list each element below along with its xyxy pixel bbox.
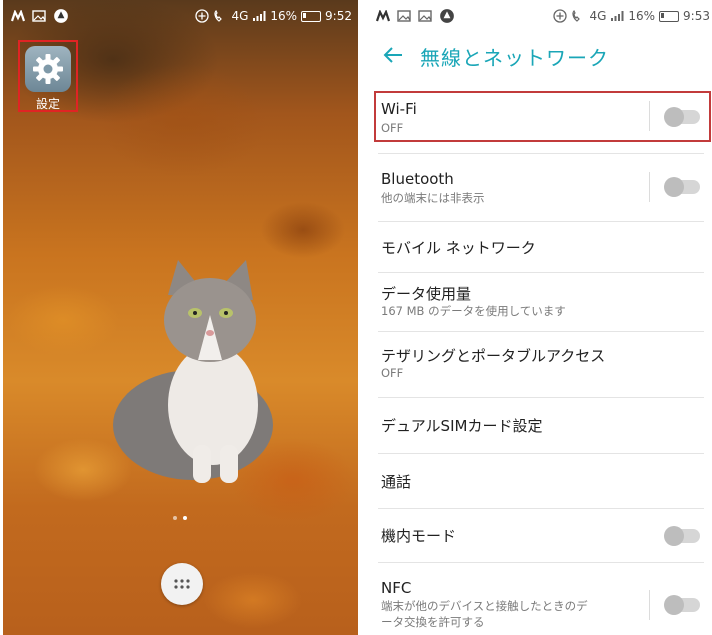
gallery-icon [397,10,411,22]
app-bar: 無線とネットワーク [370,36,712,76]
wifi-toggle[interactable] [664,107,700,127]
clock: 9:52 [325,9,352,23]
bluetooth-status: 他の端末には非表示 [381,191,485,205]
airplane-mode-row[interactable]: 機内モード [376,518,704,554]
row-separator [649,101,650,131]
wifi-row[interactable]: Wi-Fi OFF [376,96,704,138]
wifi-label: Wi-Fi [381,100,417,118]
divider [378,397,704,398]
divider [378,331,704,332]
call-icon [572,9,581,22]
clock: 9:53 [683,9,710,23]
battery-percent: 16% [270,9,298,23]
calls-label: 通話 [381,473,412,491]
nfc-description-line1: 端末が他のデバイスと接触したときのデ [381,599,588,613]
back-button[interactable] [380,42,406,68]
nfc-label: NFC [381,579,412,597]
page-title: 無線とネットワーク [420,46,609,70]
airplane-mode-toggle[interactable] [664,526,700,546]
network-type: 4G [589,9,607,23]
bluetooth-label: Bluetooth [381,170,454,188]
apps-icon [174,579,190,589]
divider [378,272,704,273]
add-circle-icon [553,9,568,23]
divider [378,221,704,222]
sync-icon [440,9,454,23]
network-type: 4G [231,9,249,23]
battery-percent: 16% [628,9,656,23]
tethering-label: テザリングとポータブルアクセス [381,347,606,365]
tethering-status: OFF [381,366,404,380]
mobile-network-label: モバイル ネットワーク [381,239,536,257]
data-usage-label: データ使用量 [381,285,472,303]
divider [378,453,704,454]
m-icon [11,10,25,22]
status-bar: 4G 16% 9:53 [370,0,712,34]
gallery-icon [418,10,432,22]
nfc-description-line2: ータ交換を許可する [381,615,485,629]
signal-icon [253,11,266,21]
calls-row[interactable]: 通話 [376,464,704,500]
settings-app-shortcut[interactable]: 設定 [18,40,78,112]
app-drawer-button[interactable] [161,563,203,605]
cat-wallpaper-image [113,260,273,483]
wifi-status: OFF [381,121,404,135]
page-indicator [173,516,187,520]
gallery-icon [32,10,46,22]
toggle-knob [664,177,684,197]
dual-sim-row[interactable]: デュアルSIMカード設定 [376,408,704,444]
settings-shortcut-label: 設定 [35,97,60,111]
divider [378,153,704,154]
status-bar: 4G 16% 9:52 [3,0,358,34]
row-separator [649,590,650,620]
battery-icon [659,10,680,22]
toggle-knob [664,595,684,615]
toggle-knob [664,526,684,546]
page-dot-active [183,516,187,520]
gear-icon [25,46,71,92]
page-dot [173,516,177,520]
nfc-row[interactable]: NFC 端末が他のデバイスと接触したときのデ ータ交換を許可する [376,574,704,634]
airplane-mode-label: 機内モード [381,527,457,545]
data-usage-summary: 167 MB のデータを使用しています [381,304,566,318]
home-screen: 4G 16% 9:52 設定 [3,0,358,635]
call-icon [214,9,223,22]
mobile-network-row[interactable]: モバイル ネットワーク [376,232,704,268]
dual-sim-label: デュアルSIMカード設定 [381,417,543,435]
signal-icon [611,11,624,21]
data-usage-row[interactable]: データ使用量 167 MB のデータを使用しています [376,280,704,324]
battery-icon [301,10,322,22]
add-circle-icon [195,9,210,23]
sync-icon [54,9,68,23]
nfc-toggle[interactable] [664,595,700,615]
toggle-knob [664,107,684,127]
divider [378,562,704,563]
wireless-settings-screen: 4G 16% 9:53 無線とネットワーク Wi-Fi OFF Bluetoot… [370,0,712,635]
divider [378,508,704,509]
tethering-row[interactable]: テザリングとポータブルアクセス OFF [376,342,704,386]
row-separator [649,172,650,202]
m-icon [376,10,390,22]
back-arrow-icon [383,47,402,63]
bluetooth-row[interactable]: Bluetooth 他の端末には非表示 [376,166,704,210]
bluetooth-toggle[interactable] [664,177,700,197]
